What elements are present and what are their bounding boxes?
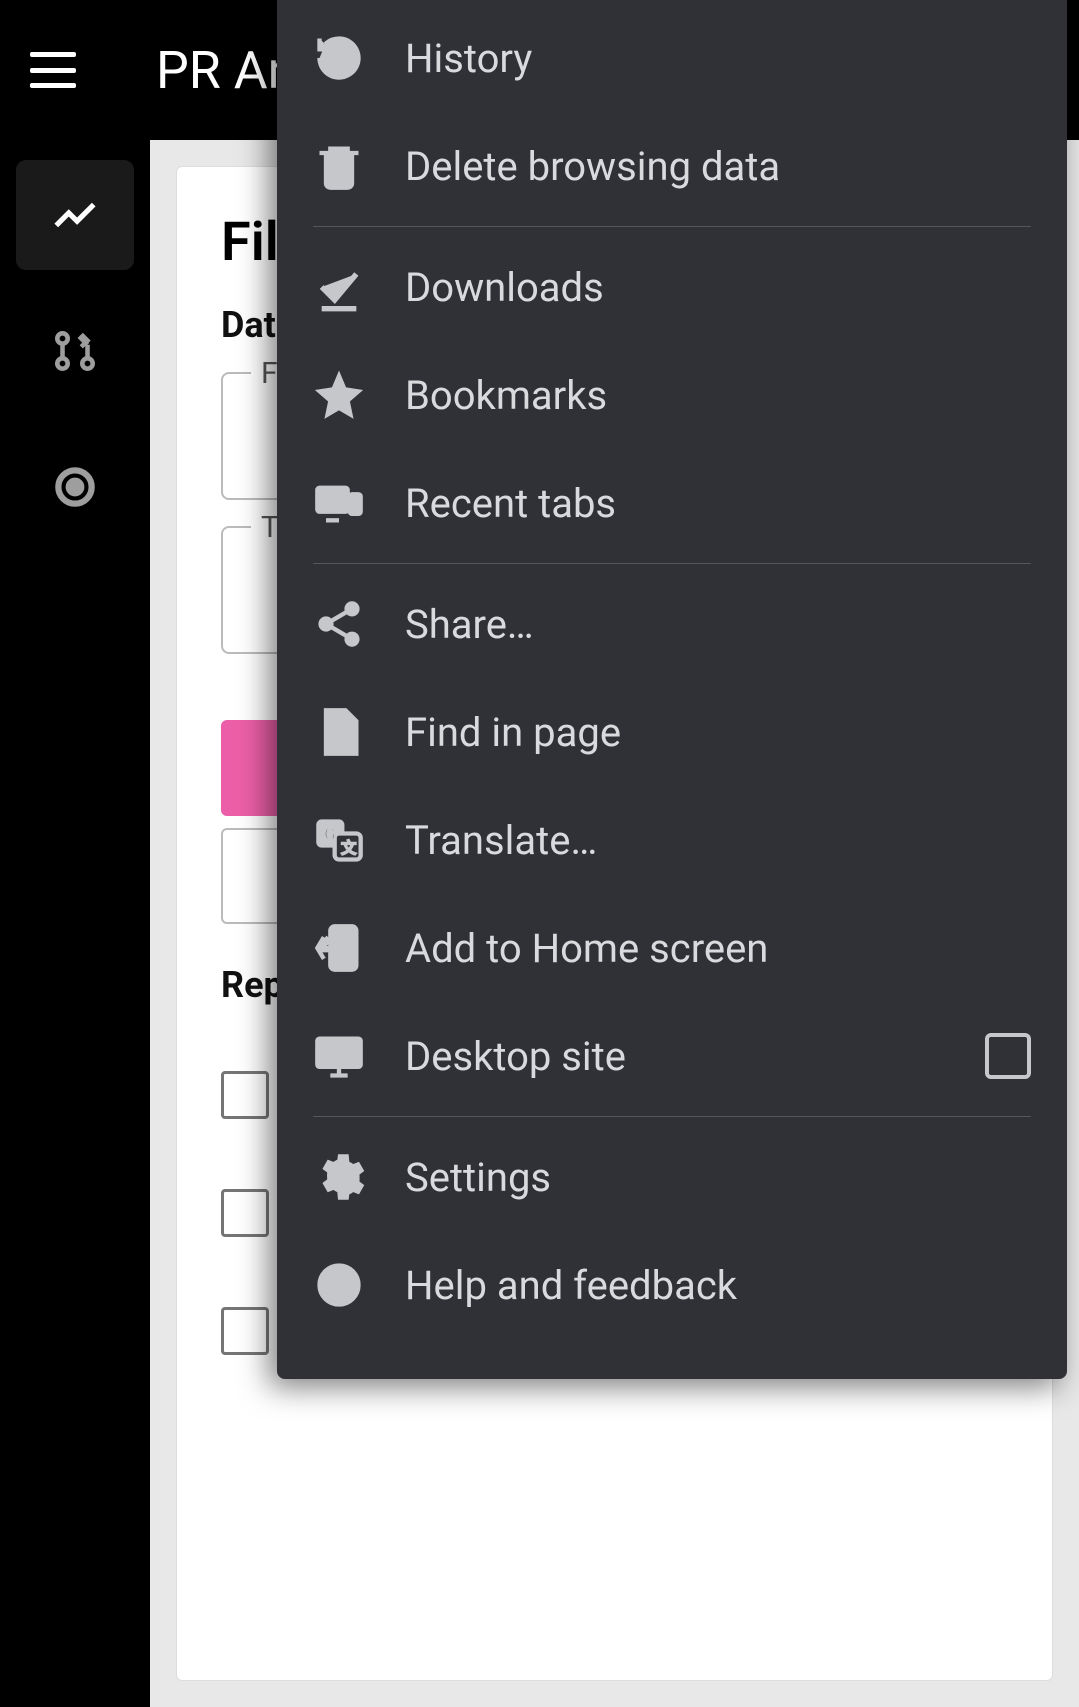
download-done-icon — [313, 261, 365, 313]
menu-item-help[interactable]: Help and feedback — [277, 1231, 1067, 1339]
checkbox-icon[interactable] — [221, 1071, 269, 1119]
menu-item-label: Help and feedback — [405, 1262, 1031, 1309]
svg-text:G: G — [324, 825, 336, 845]
menu-item-label: Delete browsing data — [405, 143, 1031, 190]
menu-item-bookmarks[interactable]: Bookmarks — [277, 341, 1067, 449]
menu-divider — [313, 563, 1031, 564]
menu-item-delete-browsing-data[interactable]: Delete browsing data — [277, 112, 1067, 220]
menu-divider — [313, 226, 1031, 227]
menu-item-translate[interactable]: G 文 Translate… — [277, 786, 1067, 894]
menu-item-find-in-page[interactable]: Find in page — [277, 678, 1067, 786]
menu-item-label: Settings — [405, 1154, 1031, 1201]
menu-item-label: Translate… — [405, 817, 1031, 864]
desktop-site-checkbox[interactable] — [985, 1033, 1031, 1079]
trash-icon — [313, 140, 365, 192]
menu-item-label: Recent tabs — [405, 480, 1031, 527]
menu-item-desktop-site[interactable]: Desktop site — [277, 1002, 1067, 1110]
recent-tabs-icon — [313, 477, 365, 529]
menu-item-downloads[interactable]: Downloads — [277, 233, 1067, 341]
checkbox-icon[interactable] — [221, 1307, 269, 1355]
history-icon — [313, 32, 365, 84]
translate-icon: G 文 — [313, 814, 365, 866]
analytics-icon — [50, 190, 100, 240]
help-icon — [313, 1259, 365, 1311]
menu-item-history[interactable]: History — [277, 4, 1067, 112]
menu-item-label: Desktop site — [405, 1033, 985, 1080]
menu-item-label: Find in page — [405, 709, 1031, 756]
find-in-page-icon — [313, 706, 365, 758]
svg-text:文: 文 — [341, 839, 356, 857]
checkbox-icon[interactable] — [221, 1189, 269, 1237]
gear-icon — [313, 1151, 365, 1203]
app-title: PR An — [156, 40, 296, 101]
menu-item-add-to-home[interactable]: Add to Home screen — [277, 894, 1067, 1002]
menu-item-label: Add to Home screen — [405, 925, 1031, 972]
add-to-home-icon — [313, 922, 365, 974]
menu-divider — [313, 1116, 1031, 1117]
share-icon — [313, 598, 365, 650]
menu-item-label: Bookmarks — [405, 372, 1031, 419]
target-icon — [50, 462, 100, 512]
menu-item-label: History — [405, 35, 1031, 82]
pull-request-icon — [50, 326, 100, 376]
star-icon — [313, 369, 365, 421]
menu-item-settings[interactable]: Settings — [277, 1123, 1067, 1231]
nav-item-pull-requests[interactable] — [16, 296, 134, 406]
menu-item-share[interactable]: Share… — [277, 570, 1067, 678]
nav-item-analytics[interactable] — [16, 160, 134, 270]
desktop-icon — [313, 1030, 365, 1082]
browser-overflow-menu: History Delete browsing data Downloads B… — [277, 0, 1067, 1379]
menu-item-label: Share… — [405, 601, 1031, 648]
hamburger-menu-button[interactable] — [30, 52, 76, 88]
nav-rail — [0, 140, 150, 1707]
menu-item-label: Downloads — [405, 264, 1031, 311]
menu-item-recent-tabs[interactable]: Recent tabs — [277, 449, 1067, 557]
nav-item-target[interactable] — [16, 432, 134, 542]
